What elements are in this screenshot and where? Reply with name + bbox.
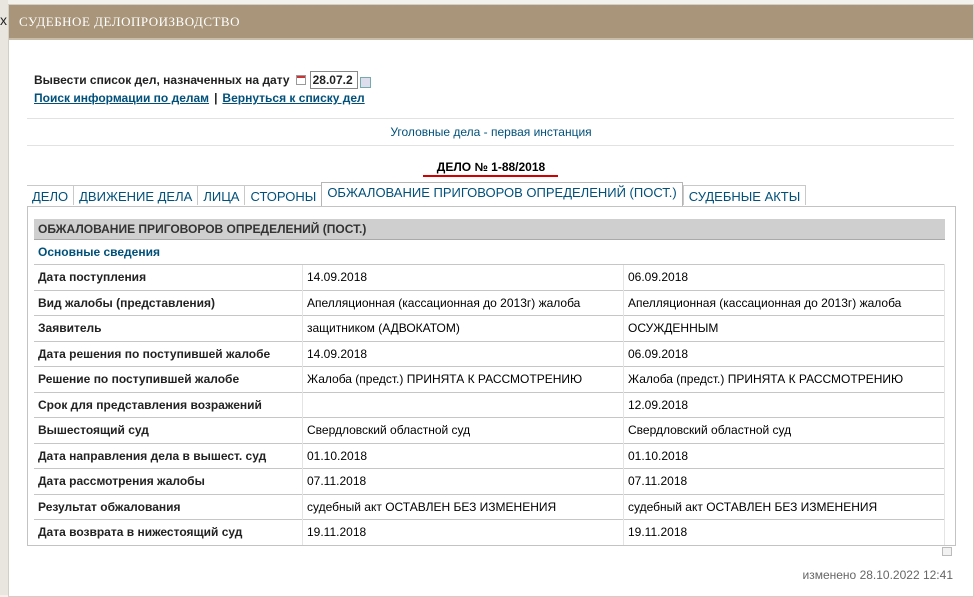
row-value-2: судебный акт ОСТАВЛЕН БЕЗ ИЗМЕНЕНИЯ	[623, 493, 945, 520]
calendar-icon[interactable]	[295, 75, 306, 85]
row-value-2: Апелляционная (кассационная до 2013г) жа…	[623, 289, 945, 316]
row-value-1: судебный акт ОСТАВЛЕН БЕЗ ИЗМЕНЕНИЯ	[302, 493, 624, 520]
row-label: Дата решения по поступившей жалобе	[34, 340, 303, 367]
calendar-picker-icon[interactable]	[359, 76, 371, 88]
table-row: Срок для представления возражений 12.09.2…	[34, 391, 945, 418]
row-value-1: Жалоба (предст.) ПРИНЯТА К РАССМОТРЕНИЮ	[302, 366, 624, 392]
row-label: Срок для представления возражений	[34, 391, 303, 418]
tab-appeals[interactable]: ОБЖАЛОВАНИЕ ПРИГОВОРОВ ОПРЕДЕЛЕНИЙ (ПОСТ…	[321, 182, 683, 206]
tab-parties[interactable]: СТОРОНЫ	[244, 185, 322, 205]
print-icon[interactable]	[942, 547, 952, 556]
left-window-strip: x	[0, 0, 8, 595]
row-value-2: ОСУЖДЕННЫМ	[623, 315, 945, 341]
table-row: Вышестоящий суд Свердловский областной су…	[34, 417, 945, 443]
row-value-2: 06.09.2018	[623, 264, 945, 290]
table-row: Дата возврата в нижестоящий суд 19.11.201…	[34, 519, 945, 545]
table-row: Дата рассмотрения жалобы 07.11.2018 07.11.…	[34, 468, 945, 494]
row-label: Дата возврата в нижестоящий суд	[34, 519, 303, 545]
row-label: Заявитель	[34, 315, 303, 341]
tab-movement[interactable]: ДВИЖЕНИЕ ДЕЛА	[73, 185, 198, 205]
section-title: Основные сведения	[38, 245, 160, 259]
table-row: Дата решения по поступившей жалобе 14.09.…	[34, 340, 945, 367]
appeal-panel: ОБЖАЛОВАНИЕ ПРИГОВОРОВ ОПРЕДЕЛЕНИЙ (ПОСТ…	[27, 206, 956, 546]
row-value-1: 07.11.2018	[302, 468, 624, 494]
page-title: СУДЕБНОЕ ДЕЛОПРОИЗВОДСТВО	[19, 13, 240, 29]
row-label: Дата направления дела в вышест. суд	[34, 442, 303, 469]
instance-title: Уголовные дела - первая инстанция	[390, 125, 592, 139]
divider	[27, 118, 954, 119]
row-value-1: 19.11.2018	[302, 519, 624, 545]
row-value-1: Апелляционная (кассационная до 2013г) жа…	[302, 289, 624, 316]
tab-case[interactable]: ДЕЛО	[27, 185, 74, 205]
date-filter: Вывести список дел, назначенных на дату …	[34, 71, 371, 89]
row-value-1: 01.10.2018	[302, 442, 624, 469]
row-value-1: Свердловский областной суд	[302, 417, 624, 443]
nav-links: Поиск информации по делам | Вернуться к сп…	[34, 91, 365, 105]
row-value-2: 07.11.2018	[623, 468, 945, 494]
case-title-underline	[423, 175, 558, 177]
row-value-2: 01.10.2018	[623, 442, 945, 469]
row-label: Вид жалобы (представления)	[34, 289, 303, 316]
row-value-2: 12.09.2018	[623, 391, 945, 418]
row-value-1	[302, 391, 624, 418]
case-number-title: ДЕЛО № 1-88/2018	[436, 160, 546, 174]
row-value-2: 19.11.2018	[623, 519, 945, 545]
table-row: Дата поступления 14.09.2018 06.09.2018	[34, 264, 945, 290]
back-to-list-link[interactable]: Вернуться к списку дел	[222, 91, 364, 105]
row-label: Дата рассмотрения жалобы	[34, 468, 303, 494]
table-header-row: ОБЖАЛОВАНИЕ ПРИГОВОРОВ ОПРЕДЕЛЕНИЙ (ПОСТ…	[34, 219, 945, 240]
search-cases-link[interactable]: Поиск информации по делам	[34, 91, 209, 105]
link-separator: |	[214, 91, 218, 105]
row-value-1: 14.09.2018	[302, 340, 624, 367]
row-value-2: Жалоба (предст.) ПРИНЯТА К РАССМОТРЕНИЮ	[623, 366, 945, 392]
modified-timestamp: изменено 28.10.2022 12:41	[802, 568, 954, 582]
court-panel: СУДЕБНОЕ ДЕЛОПРОИЗВОДСТВО Вывести список…	[8, 4, 974, 597]
row-value-2: 06.09.2018	[623, 340, 945, 367]
case-tabs: ДЕЛО ДВИЖЕНИЕ ДЕЛА ЛИЦА СТОРОНЫ ОБЖАЛОВА…	[27, 182, 807, 206]
row-value-1: защитником (АДВОКАТОМ)	[302, 315, 624, 341]
row-value-2: Свердловский областной суд	[623, 417, 945, 443]
row-label: Дата поступления	[34, 264, 303, 290]
page-header: СУДЕБНОЕ ДЕЛОПРОИЗВОДСТВО	[9, 5, 973, 40]
date-input[interactable]: 28.07.2	[309, 71, 358, 89]
tab-persons[interactable]: ЛИЦА	[197, 185, 245, 205]
row-value-1: 14.09.2018	[302, 264, 624, 290]
row-label: Вышестоящий суд	[34, 417, 303, 443]
table-header: ОБЖАЛОВАНИЕ ПРИГОВОРОВ ОПРЕДЕЛЕНИЙ (ПОСТ…	[34, 219, 945, 240]
date-filter-label: Вывести список дел, назначенных на дату	[34, 73, 290, 87]
table-row: Результат обжалования судебный акт ОСТАВЛ…	[34, 493, 945, 520]
divider	[27, 145, 954, 146]
tab-court-acts[interactable]: СУДЕБНЫЕ АКТЫ	[682, 185, 807, 205]
table-row: Решение по поступившей жалобе Жалоба (пре…	[34, 366, 945, 392]
row-label: Результат обжалования	[34, 493, 303, 520]
table-row: Дата направления дела в вышест. суд 01.10…	[34, 442, 945, 469]
table-row: Заявитель защитником (АДВОКАТОМ) ОСУЖДЕННЫ…	[34, 315, 945, 341]
section-row: Основные сведения	[34, 240, 945, 265]
close-icon[interactable]: x	[0, 12, 7, 28]
row-label: Решение по поступившей жалобе	[34, 366, 303, 392]
appeal-table: ОБЖАЛОВАНИЕ ПРИГОВОРОВ ОПРЕДЕЛЕНИЙ (ПОСТ…	[34, 219, 945, 545]
table-row: Вид жалобы (представления) Апелляционная …	[34, 289, 945, 316]
